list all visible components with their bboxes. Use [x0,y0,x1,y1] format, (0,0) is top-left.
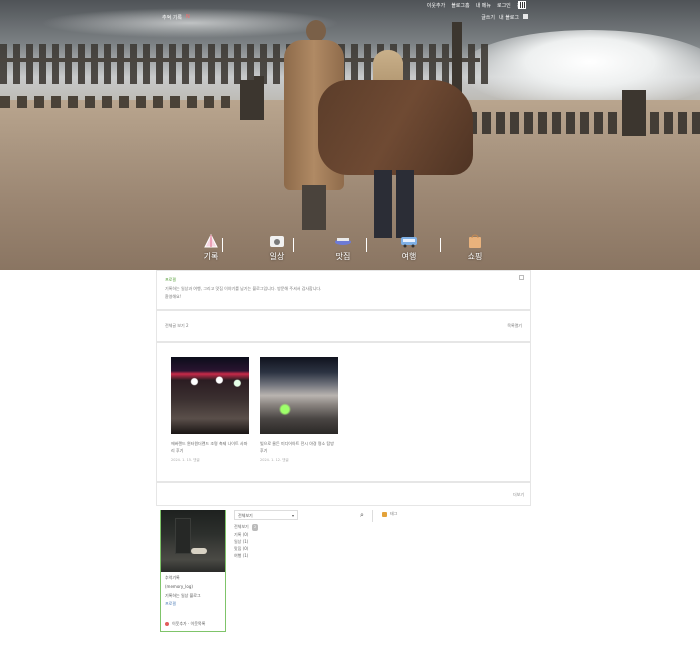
notice-text-line2: 환영해요! [165,294,182,299]
menu-square-icon[interactable] [523,14,528,19]
post-meta: 2024. 1. 12. 댓글 [260,458,289,462]
profile-footer[interactable]: 이웃추가 · 이웃목록 [165,621,205,627]
photo-door [175,518,191,554]
category-widget: 전체보기 ▾ ⌕ 전체보기 2 기록 (0) 일상 (1) 맛집 (0) 여행 … [234,510,369,559]
top-link-login[interactable]: 로그인 [497,2,511,9]
category-item-food[interactable]: 맛집 (0) [234,545,369,552]
post-thumbnail[interactable] [171,357,249,434]
man-head [306,20,326,42]
category-item-record[interactable]: 기록 (0) [234,531,369,538]
wooden-post [622,90,646,136]
menu-divider [366,238,367,252]
top-link-my-menu[interactable]: 내 메뉴 [476,2,491,9]
category-label[interactable]: 전체보기 [234,524,249,529]
notice-text-line: 기록하는 일상과 여행, 그리고 맛집 이야기를 남기는 블로그입니다. 방문해… [165,286,322,291]
top-link-add-neighbor[interactable]: 이웃추가 [427,2,445,9]
post-gallery: 에버랜드 윈터원더랜드 조명 축제 나이트 사파리 후기 2024. 1. 15… [156,342,531,482]
menu-label: 여행 [401,252,417,261]
menu-divider [440,238,441,252]
camera-icon [270,236,284,247]
dish-icon [335,238,351,245]
chevron-down-icon: ▾ [291,513,294,518]
menu-item-daily[interactable]: 일상 [244,232,310,268]
profile-name: 추억기록 [165,575,180,580]
post-meta: 2024. 1. 15. 댓글 [171,458,200,462]
notice-text: 기록하는 일상과 여행, 그리고 맛집 이야기를 남기는 블로그입니다. 방문해… [165,285,415,301]
user-box: 글쓰기 내 블로그 [481,14,528,21]
new-badge: N [186,14,190,20]
menu-item-record[interactable]: 기록 [178,232,244,268]
divider [372,510,373,522]
notice-name[interactable]: 프로필 [165,277,176,283]
profile-widget: 추억기록 (memory_log) 기록하는 일상 블로그 프로필 이웃추가 ·… [160,510,226,632]
category-select[interactable]: 전체보기 ▾ [234,510,298,520]
bus-icon [401,237,417,248]
category-item-daily[interactable]: 일상 (1) [234,538,369,545]
post-count-label: 전체글 보기 2 [165,323,189,328]
wooden-post [240,80,254,120]
menu-divider [293,238,294,252]
profile-id: (memory_log) [165,584,193,589]
menu-divider [222,238,223,252]
my-blog-link[interactable]: 내 블로그 [499,14,519,21]
profile-footer-text[interactable]: 이웃추가 · 이웃목록 [172,621,205,627]
menu-label: 기록 [203,252,219,261]
menu-item-shopping[interactable]: 쇼핑 [442,232,508,268]
search-icon[interactable]: ⌕ [360,511,364,520]
pen-icon [204,234,218,248]
category-selected: 전체보기 [238,513,253,518]
top-links: 이웃추가 블로그홈 내 메뉴 로그인 검색 [427,2,526,9]
notice-panel: 프로필 기록하는 일상과 여행, 그리고 맛집 이야기를 남기는 블로그입니다.… [156,270,531,310]
blog-title-text[interactable]: 추억 기록 [162,14,182,21]
wooden-post [254,76,264,120]
photo-dog [191,548,207,554]
top-link-blog-home[interactable]: 블로그홈 [451,2,469,9]
category-item-all[interactable]: 전체보기 2 [234,523,369,531]
post-title[interactable]: 에버랜드 윈터원더랜드 조명 축제 나이트 사파리 후기 [171,440,249,454]
post-thumbnail[interactable] [260,357,338,434]
groyne-posts-left [0,96,230,108]
write-link[interactable]: 글쓰기 [481,14,495,21]
more-link[interactable]: 더보기 [513,492,524,498]
post-list-footer: 더보기 [156,482,531,506]
menu-item-travel[interactable]: 여행 [376,232,442,268]
count-badge: 2 [252,524,259,531]
profile-link[interactable]: 프로필 [165,601,221,607]
grid-menu-icon[interactable] [518,1,526,9]
blog-title[interactable]: 추억 기록 N [162,14,190,21]
groyne-posts-right [440,112,700,134]
category-item-travel[interactable]: 여행 (1) [234,552,369,559]
menu-label: 일상 [269,252,285,261]
category-menu: 기록 일상 맛집 여행 쇼핑 [178,232,508,268]
tag-widget[interactable]: 태그 [382,511,397,517]
menu-label: 쇼핑 [467,252,483,261]
child-legs [374,170,414,238]
tag-label[interactable]: 태그 [390,511,397,517]
post-list-header: 전체글 보기 2 목록열기 [156,310,531,342]
category-list: 전체보기 2 기록 (0) 일상 (1) 맛집 (0) 여행 (1) [234,523,369,559]
child-coat [318,80,473,175]
open-list-button[interactable]: 목록열기 [507,323,522,329]
blog-header-image: 추억 기록 N 이웃추가 블로그홈 내 메뉴 로그인 검색 글쓰기 내 블로그 … [0,0,700,270]
heart-icon [165,622,169,626]
bag-icon [469,234,481,248]
tag-icon [382,511,387,517]
post-title[interactable]: 빛으로 물든 미디어아트 전시 야경 명소 탐방 후기 [260,440,338,454]
profile-photo[interactable] [161,510,225,572]
close-icon[interactable] [519,275,524,280]
menu-label: 맛집 [335,252,351,261]
profile-desc: 기록하는 일상 블로그 [165,593,201,598]
post-card[interactable]: 에버랜드 윈터원더랜드 조명 축제 나이트 사파리 후기 2024. 1. 15… [171,357,249,463]
post-card[interactable]: 빛으로 물든 미디어아트 전시 야경 명소 탐방 후기 2024. 1. 12.… [260,357,338,463]
child-figure [318,50,478,240]
